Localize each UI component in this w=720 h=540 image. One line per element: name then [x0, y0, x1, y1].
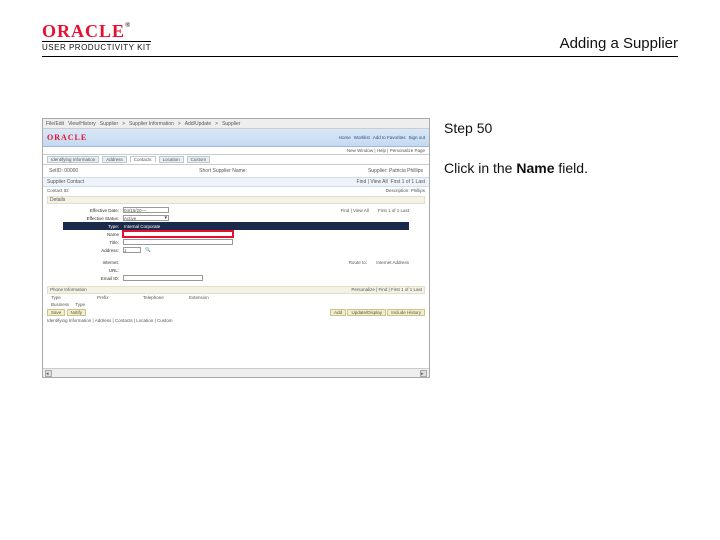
- browser-menu-item: File/Edit: [46, 121, 64, 127]
- setid-value: 00000: [64, 168, 78, 174]
- supplier-label: Supplier:: [368, 168, 388, 174]
- eff-status-select[interactable]: Active: [123, 215, 169, 221]
- include-history-button[interactable]: Include History: [387, 309, 425, 316]
- upk-subbrand: USER PRODUCTIVITY KIT: [42, 41, 151, 52]
- browser-menu-item: Supplier: [222, 121, 240, 127]
- type-field[interactable]: Internal Corporate: [123, 223, 213, 229]
- phone-col-ext: Extension: [189, 295, 229, 300]
- browser-menu-item: Supplier: [100, 121, 118, 127]
- notify-button[interactable]: Notify: [67, 309, 87, 316]
- footer-breadcrumb: Identifying Information | Address | Cont…: [43, 317, 429, 324]
- doc-title: Adding a Supplier: [560, 35, 678, 52]
- phone-data-row: Business Type: [43, 301, 429, 308]
- route-value: Internet Address: [376, 260, 409, 265]
- step-label: Step 50: [444, 120, 678, 136]
- url-label: URL:: [63, 268, 119, 273]
- phone-band-left: Phone Information: [50, 287, 87, 293]
- browser-menu-item: Supplier Information: [129, 121, 174, 127]
- embedded-screenshot: File/Edit View/History Supplier > Suppli…: [42, 118, 430, 378]
- brand-block: ORACLE® USER PRODUCTIVITY KIT: [42, 22, 151, 52]
- tab-contacts[interactable]: Contacts: [130, 156, 156, 163]
- tab-custom[interactable]: Custom: [187, 156, 211, 163]
- internet-label: Internet:: [63, 260, 119, 265]
- title-label: Title:: [63, 240, 119, 245]
- supplier-value: Patricia Phillips: [389, 168, 423, 174]
- scroll-left-icon[interactable]: ◂: [45, 370, 52, 377]
- user-bar: New Window | Help | Personalize Page: [43, 147, 429, 155]
- step-text-bold: Name: [516, 160, 554, 176]
- paging-text: First 1 of 1 Last: [378, 208, 409, 213]
- supplier-header: SetID: 00000 Short Supplier Name: Suppli…: [43, 165, 429, 177]
- browser-menu-item: View/History: [68, 121, 96, 127]
- update-display-button[interactable]: Update/Display: [347, 309, 386, 316]
- action-button-row: Save Notify Add Update/Display Include H…: [43, 308, 429, 317]
- address-label: Address:: [63, 248, 119, 253]
- topnav-link[interactable]: Add to Favorites: [373, 135, 406, 140]
- step-text-post: field.: [555, 160, 588, 176]
- app-header-band: ORACLE Home Worklist Add to Favorites Si…: [43, 129, 429, 147]
- phone-col-telephone: Telephone: [143, 295, 183, 300]
- instruction-column: Step 50 Click in the Name field.: [444, 118, 678, 176]
- topnav-link[interactable]: Worklist: [354, 135, 370, 140]
- email-field[interactable]: [123, 275, 203, 281]
- app-oracle-logo: ORACLE: [47, 133, 87, 142]
- horizontal-scrollbar[interactable]: ◂ ▸: [43, 368, 429, 377]
- email-label: Email ID:: [63, 276, 119, 281]
- details-bar: Details: [47, 196, 425, 204]
- address-field[interactable]: 1: [123, 247, 141, 253]
- contact-id-label: Contact ID:: [47, 188, 70, 193]
- eff-date-label: Effective Date:: [63, 208, 119, 213]
- contacts-band-left: Supplier Contact: [47, 179, 84, 185]
- logo-text: ORACLE: [42, 21, 125, 41]
- setid-label: SetID:: [49, 168, 63, 174]
- add-button[interactable]: Add: [330, 309, 346, 316]
- doc-header: ORACLE® USER PRODUCTIVITY KIT Adding a S…: [42, 22, 678, 57]
- paging-text: First 1 of 1 Last: [391, 179, 425, 185]
- topnav-link[interactable]: Sign out: [408, 135, 425, 140]
- logo-tm: ®: [125, 21, 131, 29]
- scroll-right-icon[interactable]: ▸: [420, 370, 427, 377]
- eff-date-field[interactable]: 04/15/20—: [123, 207, 169, 213]
- find-view-link[interactable]: Find | View All: [341, 208, 369, 213]
- content-region: File/Edit View/History Supplier > Suppli…: [42, 118, 678, 378]
- form-area: Effective Date: 04/15/20— Find | View Al…: [43, 204, 429, 284]
- title-field[interactable]: [123, 239, 233, 245]
- phone-band-right: Personalize | Find | First 1 of 1 Last: [351, 287, 422, 293]
- tab-address[interactable]: Address: [102, 156, 127, 163]
- browser-chrome: File/Edit View/History Supplier > Suppli…: [43, 119, 429, 129]
- short-supplier-label: Short Supplier Name:: [199, 168, 247, 174]
- contacts-band: Supplier Contact Find | View All First 1…: [43, 177, 429, 187]
- contact-line: Contact ID: Description: Phillips: [43, 187, 429, 194]
- description-value: Phillips: [411, 188, 425, 193]
- eff-status-label: Effective Status:: [63, 216, 119, 221]
- oracle-logo: ORACLE®: [42, 22, 151, 40]
- phone-header-row: Type Prefix Telephone Extension: [43, 294, 429, 301]
- biz-label: Business: [51, 302, 69, 307]
- step-instruction: Click in the Name field.: [444, 160, 678, 176]
- description-label: Description:: [386, 188, 410, 193]
- step-text-pre: Click in the: [444, 160, 516, 176]
- tabs-row: Identifying Information Address Contacts…: [43, 155, 429, 165]
- save-button[interactable]: Save: [47, 309, 65, 316]
- route-label: Route to:: [349, 260, 367, 265]
- phone-col-prefix: Prefix: [97, 295, 137, 300]
- find-view-link[interactable]: Find | View All: [357, 179, 388, 185]
- phone-info-band: Phone Information Personalize | Find | F…: [47, 286, 425, 294]
- type-label: Type:: [63, 224, 119, 229]
- app-topnav: Home Worklist Add to Favorites Sign out: [339, 135, 425, 140]
- browser-menu-item: Add/Update: [185, 121, 211, 127]
- tab-identifying[interactable]: Identifying Information: [47, 156, 99, 163]
- phone-col-type: Type: [51, 295, 91, 300]
- lookup-icon[interactable]: 🔍: [145, 247, 151, 253]
- topnav-link[interactable]: Home: [339, 135, 351, 140]
- biz-type-select[interactable]: Type: [75, 302, 105, 307]
- tab-location[interactable]: Location: [159, 156, 184, 163]
- name-field[interactable]: [123, 231, 233, 237]
- name-label: Name: [63, 232, 119, 237]
